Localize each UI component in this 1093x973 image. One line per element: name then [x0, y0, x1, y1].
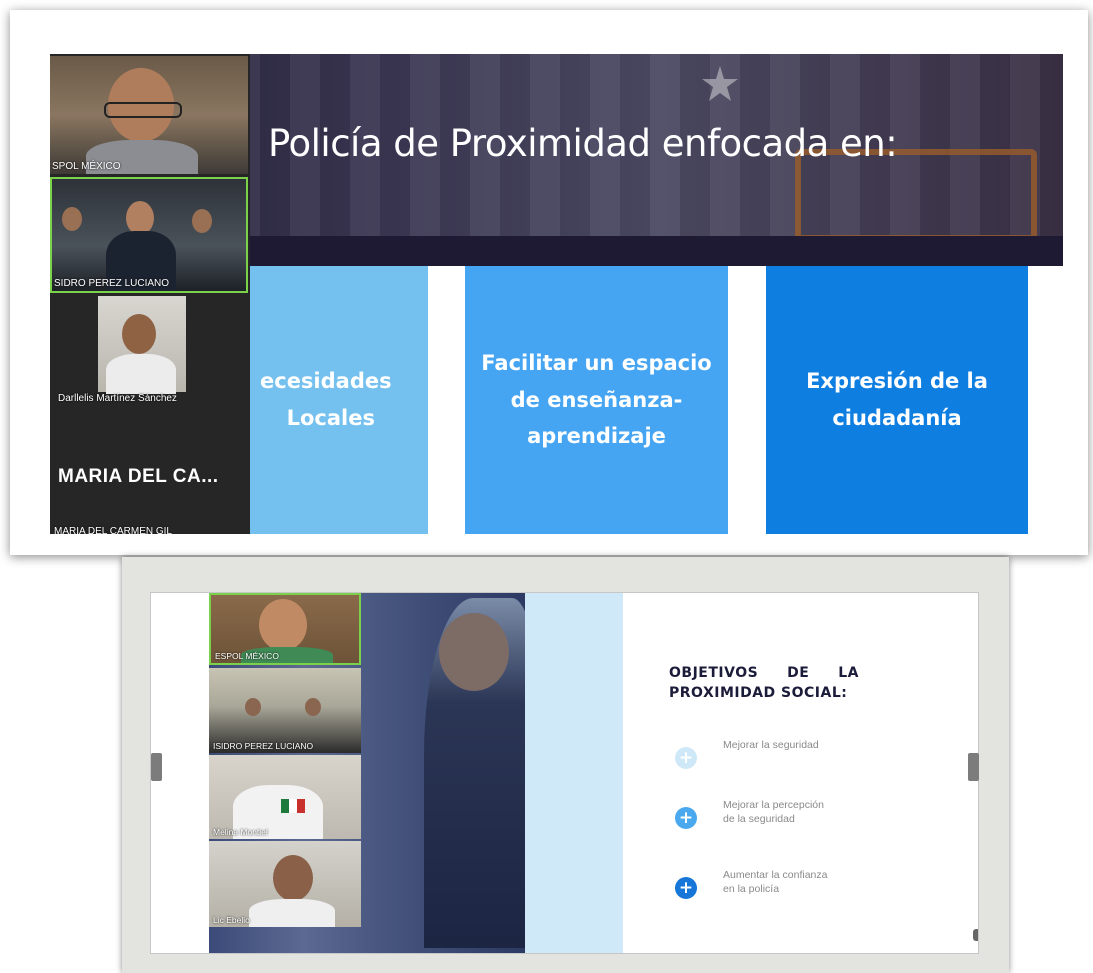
participant-video-tile[interactable]: Melina Montiel	[209, 755, 361, 839]
participant-video-tile[interactable]: ISIDRO PEREZ LUCIANO	[209, 668, 361, 753]
participant-name: ESPOL MÉXICO	[215, 651, 279, 661]
participant-video-tile[interactable]: SPOL MÉXICO	[50, 56, 248, 174]
participant-name: Lic Ebelio	[213, 915, 250, 925]
objectives-title: OBJETIVOS DE LA PROXIMIDAD SOCIAL:	[669, 665, 859, 701]
plus-circle-icon: +	[675, 747, 697, 769]
plus-circle-icon: +	[675, 807, 697, 829]
scroll-handle[interactable]	[973, 929, 978, 941]
objective-item: + Mejorar la seguridad	[675, 739, 833, 769]
participant-name: Darllelis Martínez Sánchez	[58, 393, 177, 404]
light-blue-band	[525, 593, 623, 953]
participant-name: MARIA DEL CARMEN GIL	[54, 526, 172, 534]
slide-title: Policía de Proximidad enfocada en:	[268, 122, 898, 165]
card-necesidades-locales: ecesidades Locales	[250, 266, 428, 534]
participant-video-tile[interactable]: ESPOL MÉXICO	[209, 593, 361, 665]
top-screenshot: Policía de Proximidad enfocada en: ecesi…	[10, 10, 1088, 555]
right-scroll-handle[interactable]	[968, 753, 979, 781]
participant-video-tile[interactable]: Lic Ebelio	[209, 841, 361, 927]
participant-display-name: MARIA DEL CA...	[58, 466, 219, 487]
participant-video-tile[interactable]: SIDRO PEREZ LUCIANO	[50, 177, 248, 293]
video-participants-panel[interactable]: ESPOL MÉXICO ISIDRO PEREZ LUCIANO Melina…	[209, 593, 363, 953]
police-star-icon	[702, 66, 738, 101]
participant-audio-tile[interactable]: MARIA DEL CA... MARIA DEL CARMEN GIL	[50, 416, 248, 534]
participant-name: ISIDRO PEREZ LUCIANO	[213, 741, 314, 751]
proximity-slide: Policía de Proximidad enfocada en: ecesi…	[50, 54, 1063, 534]
participant-name: Melina Montiel	[213, 827, 268, 837]
plus-circle-icon: +	[675, 877, 697, 899]
participant-name: SPOL MÉXICO	[52, 161, 121, 172]
left-scroll-handle[interactable]	[151, 753, 162, 781]
participant-name: SIDRO PEREZ LUCIANO	[54, 278, 170, 289]
bottom-screenshot: ESPOL MÉXICO ISIDRO PEREZ LUCIANO Melina…	[122, 557, 1009, 973]
objectives-slide: ESPOL MÉXICO ISIDRO PEREZ LUCIANO Melina…	[150, 592, 979, 954]
video-participants-panel[interactable]: SPOL MÉXICO SIDRO PEREZ LUCIANO Darlleli…	[50, 54, 250, 534]
participant-video-tile[interactable]: Darllelis Martínez Sánchez	[50, 296, 248, 414]
card-facilitar-espacio: Facilitar un espacio de enseñanza- apren…	[465, 266, 728, 534]
objective-item: + Mejorar la percepción de la seguridad	[675, 799, 833, 829]
card-expresion-ciudadania: Expresión de la ciudadanía	[766, 266, 1028, 534]
objective-item: + Aumentar la confianza en la policía	[675, 869, 833, 899]
